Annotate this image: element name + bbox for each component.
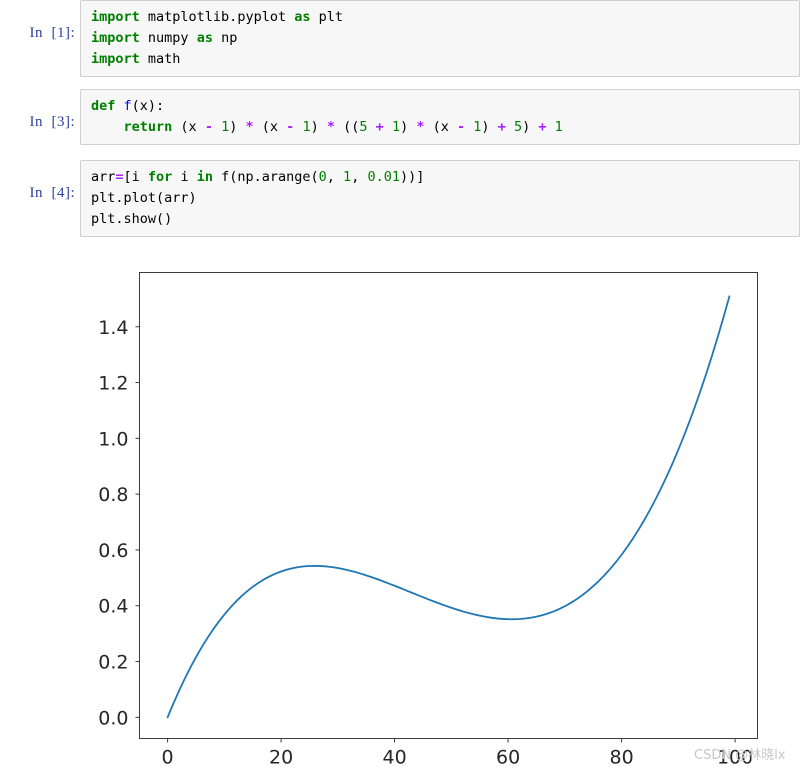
- y-tick-label: 0.0: [98, 707, 128, 729]
- code-line: def f(x):: [91, 96, 791, 117]
- cell-prompt: In [3]:: [0, 89, 80, 148]
- prompt-exec-count: [3]:: [52, 114, 76, 130]
- y-axis-ticks: 0.0 0.2 0.4 0.6 0.8 1.0 1.2 1.4: [98, 317, 139, 730]
- x-axis-ticks: 0 20 40 60 80 100: [162, 739, 754, 769]
- cell-input-area[interactable]: import matplotlib.pyplot as plt import n…: [80, 0, 800, 77]
- code-line: import numpy as np: [91, 28, 791, 49]
- prompt-in-label: In: [30, 25, 44, 41]
- y-tick-label: 0.8: [98, 484, 128, 506]
- notebook-container: In [1]: import matplotlib.pyplot as plt …: [0, 0, 802, 249]
- notebook-cell[interactable]: In [1]: import matplotlib.pyplot as plt …: [0, 0, 802, 77]
- code-line: plt.plot(arr): [91, 188, 791, 209]
- prompt-exec-count: [1]:: [52, 25, 76, 41]
- x-tick-label: 0: [162, 747, 174, 769]
- code-line: import math: [91, 49, 791, 70]
- cell-input-area[interactable]: def f(x): return (x - 1) * (x - 1) * ((5…: [80, 89, 800, 145]
- matplotlib-axes: 0 20 40 60 80 100 0.0 0.2 0.4 0.6 0.8 1.0 1.2 1.4: [80, 258, 802, 777]
- y-tick-label: 1.4: [98, 317, 128, 339]
- prompt-in-label: In: [30, 114, 44, 130]
- axes-frame: [140, 273, 758, 739]
- code-line: arr=[i for i in f(np.arange(0, 1, 0.01))…: [91, 167, 791, 188]
- y-tick-label: 1.0: [98, 428, 128, 450]
- cell-prompt: In [1]:: [0, 0, 80, 59]
- notebook-cell[interactable]: In [4]: arr=[i for i in f(np.arange(0, 1…: [0, 160, 802, 237]
- prompt-exec-count: [4]:: [52, 185, 76, 201]
- cell-input-area[interactable]: arr=[i for i in f(np.arange(0, 1, 0.01))…: [80, 160, 800, 237]
- code-line: import matplotlib.pyplot as plt: [91, 7, 791, 28]
- prompt-in-label: In: [30, 185, 44, 201]
- code-line: return (x - 1) * (x - 1) * ((5 + 1) * (x…: [91, 117, 791, 138]
- x-tick-label: 40: [382, 747, 406, 769]
- x-tick-label: 100: [717, 747, 753, 769]
- notebook-cell[interactable]: In [3]: def f(x): return (x - 1) * (x - …: [0, 89, 802, 148]
- plot-output-figure: 0 20 40 60 80 100 0.0 0.2 0.4 0.6 0.8 1.0 1.2 1.4: [80, 258, 802, 777]
- code-line: plt.show(): [91, 209, 791, 230]
- cell-prompt: In [4]:: [0, 160, 80, 219]
- y-tick-label: 0.2: [98, 652, 128, 674]
- y-tick-label: 0.4: [98, 596, 128, 618]
- x-tick-label: 80: [609, 747, 633, 769]
- x-tick-label: 60: [496, 747, 520, 769]
- x-tick-label: 20: [269, 747, 293, 769]
- y-tick-label: 0.6: [98, 540, 128, 562]
- y-tick-label: 1.2: [98, 373, 128, 395]
